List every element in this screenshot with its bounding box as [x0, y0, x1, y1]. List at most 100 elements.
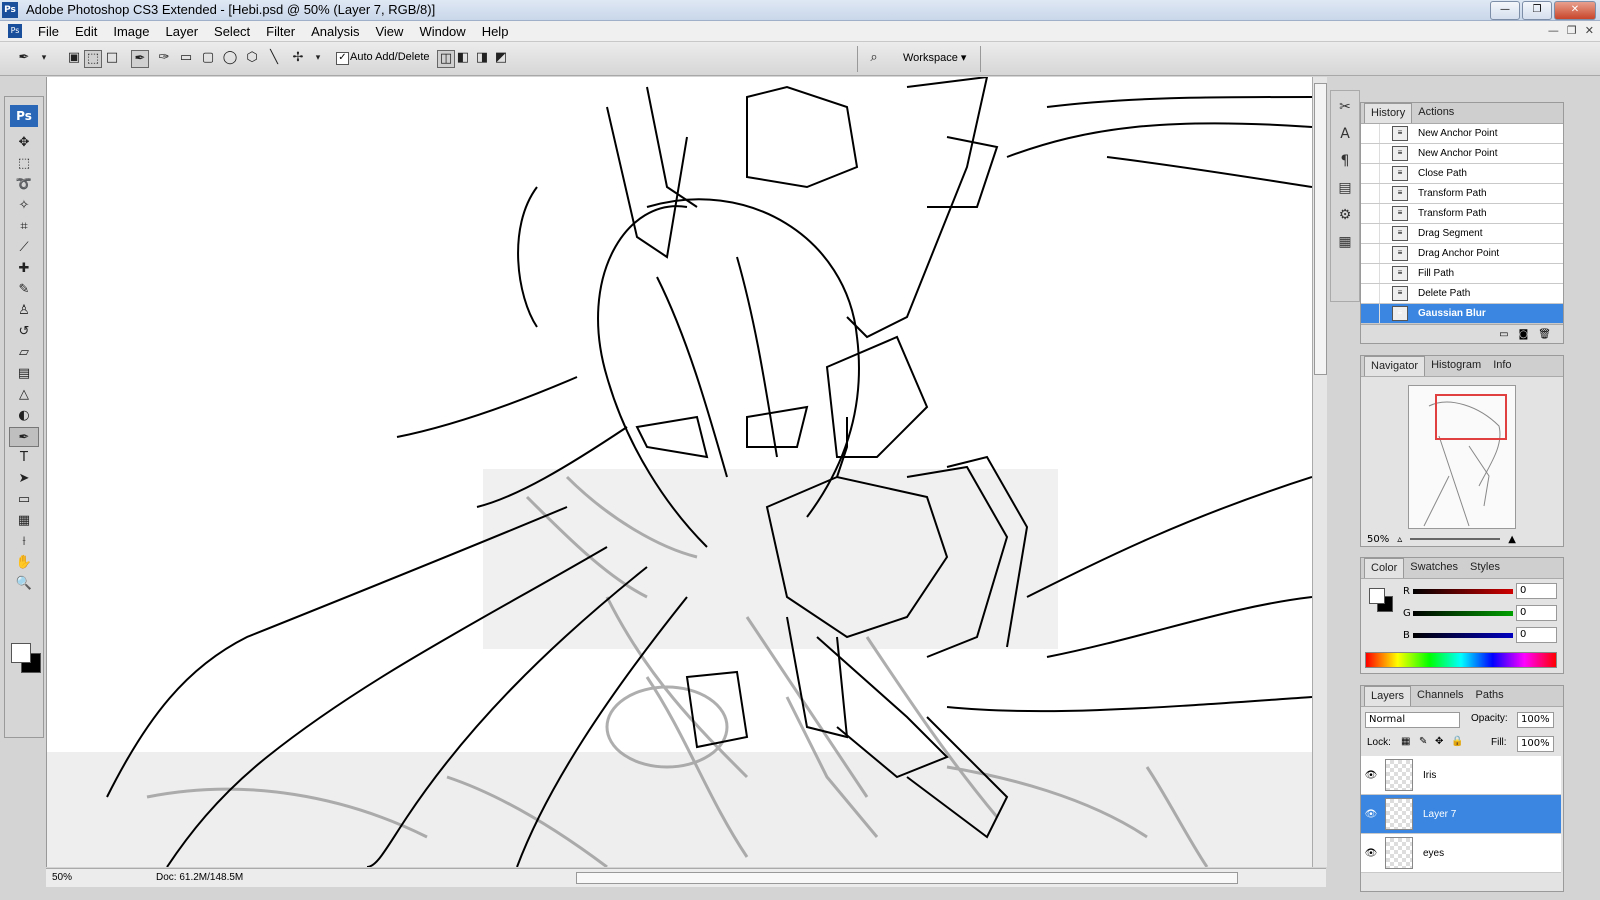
document-icon[interactable]: Ps [8, 24, 22, 38]
blur-tool-icon[interactable]: △ [10, 385, 38, 405]
close-button[interactable]: ✕ [1554, 1, 1596, 20]
pen-tool-icon[interactable]: ✒ [9, 427, 39, 447]
history-source-toggle[interactable] [1361, 144, 1380, 163]
doc-minimize-icon[interactable]: — [1548, 24, 1559, 37]
crop-tool-icon[interactable]: ⌗ [10, 217, 38, 237]
vertical-scroll-thumb[interactable] [1314, 83, 1327, 375]
geometry-options-icon[interactable]: ▾ [310, 50, 326, 66]
delete-icon[interactable]: 🗑 [1538, 329, 1551, 340]
history-state[interactable]: ≡ Gaussian Blur [1361, 304, 1563, 324]
new-document-icon[interactable]: ▭ [1499, 329, 1508, 340]
layer-visibility-eye-icon[interactable]: 👁 [1361, 770, 1381, 781]
foreground-color-swatch[interactable] [11, 643, 31, 663]
healing-brush-tool-icon[interactable]: ✚ [10, 259, 38, 279]
menu-help[interactable]: Help [474, 23, 517, 40]
opacity-input[interactable]: 100% [1517, 712, 1554, 728]
color-channel-value[interactable]: 0 [1516, 627, 1557, 643]
history-source-toggle[interactable] [1361, 304, 1380, 323]
paths-mode-icon[interactable]: ⬚ [84, 50, 102, 68]
exclude-path-icon[interactable]: ◩ [493, 50, 509, 66]
history-state[interactable]: ≡ New Anchor Point [1361, 144, 1563, 164]
toolbox-logo[interactable]: Ps [10, 105, 38, 127]
layer-visibility-eye-icon[interactable]: 👁 [1361, 809, 1381, 820]
lasso-tool-icon[interactable]: ➰ [10, 175, 38, 195]
shape-layers-icon[interactable]: ▣ [66, 50, 82, 66]
notes-tool-icon[interactable]: ▦ [10, 511, 38, 531]
character-panel-icon[interactable]: A [1334, 123, 1356, 145]
preset-dropdown-icon[interactable]: ▾ [36, 50, 52, 66]
gradient-tool-icon[interactable]: ▤ [10, 364, 38, 384]
tab-layers[interactable]: Layers [1364, 686, 1412, 706]
layer-name[interactable]: eyes [1423, 848, 1444, 859]
history-state[interactable]: ≡ New Anchor Point [1361, 124, 1563, 144]
ellipse-icon[interactable]: ◯ [222, 50, 238, 66]
menu-select[interactable]: Select [206, 23, 258, 40]
history-state[interactable]: ≡ Close Path [1361, 164, 1563, 184]
layer-visibility-eye-icon[interactable]: 👁 [1361, 848, 1381, 859]
eyedropper-tool-icon[interactable]: ⟊ [10, 532, 38, 552]
brush-tool-icon[interactable]: ✎ [10, 280, 38, 300]
tab-actions[interactable]: Actions [1412, 103, 1460, 123]
tab-styles[interactable]: Styles [1464, 558, 1506, 578]
tab-histogram[interactable]: Histogram [1425, 356, 1487, 376]
history-source-toggle[interactable] [1361, 284, 1380, 303]
blend-mode-select[interactable]: Normal [1365, 712, 1460, 728]
menu-analysis[interactable]: Analysis [303, 23, 367, 40]
color-channel-slider[interactable] [1413, 632, 1513, 638]
clone-stamp-tool-icon[interactable]: ♙ [10, 301, 38, 321]
snapshot-icon[interactable]: ◙ [1519, 329, 1529, 340]
canvas-vertical-scrollbar[interactable] [1312, 77, 1327, 867]
zoom-in-icon[interactable]: ▲ [1508, 534, 1516, 545]
doc-close-icon[interactable]: ✕ [1585, 24, 1594, 37]
history-source-toggle[interactable] [1361, 224, 1380, 243]
history-state[interactable]: ≡ Drag Segment [1361, 224, 1563, 244]
menu-layer[interactable]: Layer [158, 23, 207, 40]
layer-row[interactable]: 👁 Layer 7 [1361, 795, 1561, 834]
tab-history[interactable]: History [1364, 103, 1413, 123]
rectangle-shape-icon[interactable]: ▭ [178, 50, 194, 66]
color-channel-slider[interactable] [1413, 588, 1513, 594]
minimize-button[interactable]: — [1490, 1, 1520, 20]
horizontal-scroll-thumb[interactable] [576, 872, 1238, 884]
history-state[interactable]: ≡ Fill Path [1361, 264, 1563, 284]
lock-image-icon[interactable]: ✎ [1419, 736, 1427, 747]
rounded-rectangle-icon[interactable]: ▢ [200, 50, 216, 66]
doc-restore-icon[interactable]: ❐ [1567, 24, 1577, 37]
maximize-button[interactable]: ❐ [1522, 1, 1552, 20]
workspace-button[interactable]: Workspace ▾ [903, 51, 966, 64]
tab-channels[interactable]: Channels [1411, 686, 1469, 706]
type-tool-icon[interactable]: T [10, 448, 38, 468]
path-selection-tool-icon[interactable]: ➤ [10, 469, 38, 489]
color-spectrum[interactable] [1365, 652, 1557, 668]
menu-file[interactable]: File [30, 23, 67, 40]
history-state[interactable]: ≡ Delete Path [1361, 284, 1563, 304]
polygon-icon[interactable]: ⬡ [244, 50, 260, 66]
auto-add-delete-checkbox[interactable]: ✓ [336, 52, 349, 65]
color-channel-slider[interactable] [1413, 610, 1513, 616]
color-foreground-swatch[interactable] [1369, 588, 1385, 604]
freeform-pen-icon[interactable]: ✑ [156, 50, 172, 66]
color-channel-value[interactable]: 0 [1516, 583, 1557, 599]
fill-input[interactable]: 100% [1517, 736, 1554, 752]
menu-window[interactable]: Window [411, 23, 473, 40]
tab-info[interactable]: Info [1487, 356, 1517, 376]
pen-preset-icon[interactable]: ✒ [16, 50, 32, 66]
tab-swatches[interactable]: Swatches [1404, 558, 1464, 578]
layer-row[interactable]: 👁 Iris [1361, 756, 1561, 795]
zoom-level[interactable]: 50% [52, 872, 72, 883]
layer-name[interactable]: Layer 7 [1423, 809, 1456, 820]
intersect-path-icon[interactable]: ◨ [474, 50, 490, 66]
layer-name[interactable]: Iris [1423, 770, 1436, 781]
slice-tool-icon[interactable]: ⟋ [10, 238, 38, 258]
custom-shape-icon[interactable]: ✢ [290, 50, 306, 66]
navigator-zoom[interactable]: 50% [1367, 534, 1389, 545]
magic-wand-tool-icon[interactable]: ✧ [10, 196, 38, 216]
pen-tool-option-icon[interactable]: ✒ [131, 50, 149, 68]
bridge-icon[interactable]: ⌕ [866, 50, 882, 66]
paragraph-panel-icon[interactable]: ¶ [1334, 150, 1356, 172]
history-state[interactable]: ≡ Transform Path [1361, 184, 1563, 204]
history-brush-tool-icon[interactable]: ↺ [10, 322, 38, 342]
fill-pixels-icon[interactable]: □ [104, 50, 120, 66]
dodge-tool-icon[interactable]: ◐ [10, 406, 38, 426]
layer-row[interactable]: 👁 eyes [1361, 834, 1561, 873]
